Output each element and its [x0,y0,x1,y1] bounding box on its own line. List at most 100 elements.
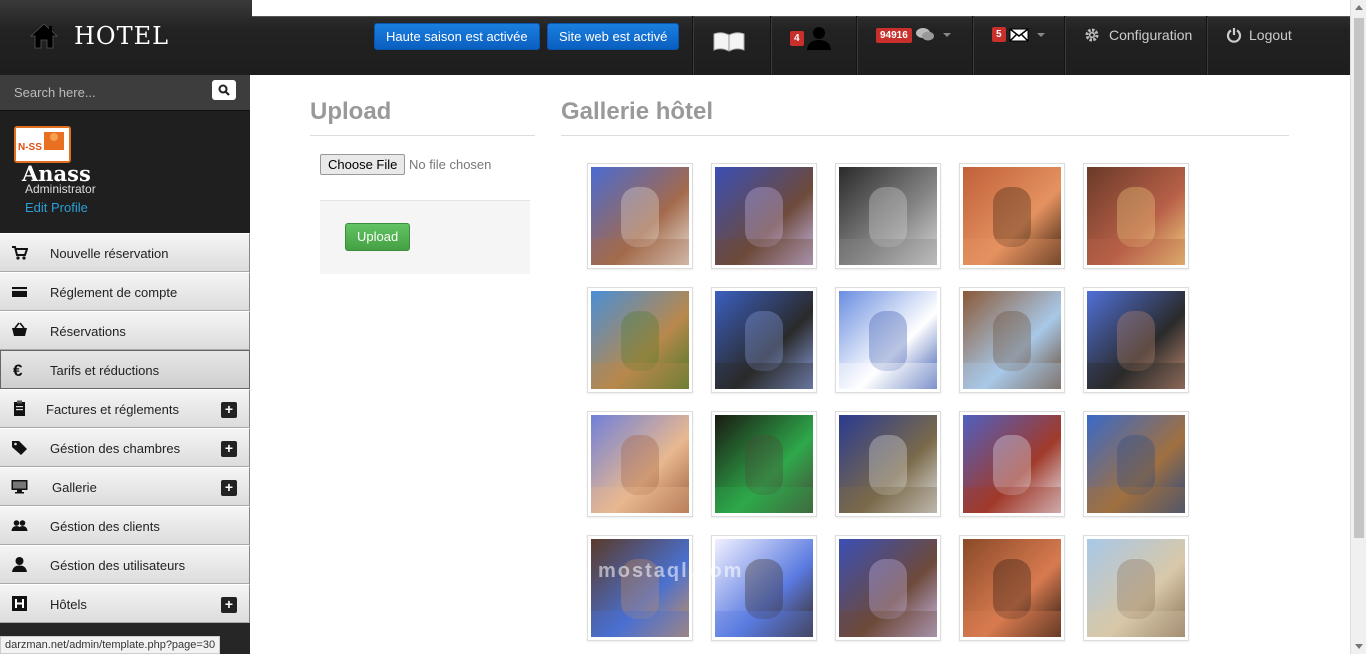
brand-title: HOTEL [74,22,170,50]
search-input[interactable] [6,79,206,105]
expand-plus-icon[interactable]: + [221,597,237,613]
sidebar-item-label: Géstion des utilisateurs [50,558,186,573]
gallery-image [839,415,937,513]
gallery-thumbnail[interactable] [835,411,941,517]
browser-status-url: darzman.net/admin/template.php?page=30 [0,636,221,654]
file-status: No file chosen [409,157,492,172]
sidebar-item[interactable]: Géstion des chambres + [0,428,250,467]
sidebar-item-label: Tarifs et réductions [50,363,160,378]
nav-bookings[interactable] [712,30,746,52]
gallery-thumbnail[interactable] [711,163,817,269]
tag-icon [12,441,27,455]
gallery-image [1087,291,1185,389]
scroll-thumb[interactable] [1354,18,1364,538]
upload-title: Upload [310,98,392,125]
gallery-thumbnail[interactable] [1083,535,1189,641]
envelope-icon [1009,27,1029,42]
profile-panel: N-SS Anass Administrator Edit Profile [0,111,250,233]
website-status-button[interactable]: Site web est activé [547,23,680,50]
gallery-image [715,291,813,389]
sidebar-item[interactable]: Géstion des utilisateurs [0,545,250,584]
admin-app: HOTEL Haute saison est activée Site web … [0,0,1366,654]
scroll-up-icon[interactable] [1355,5,1363,10]
gallery-thumbnail[interactable] [587,163,693,269]
nav-messages[interactable]: 94916 [876,27,951,43]
search-button[interactable] [212,80,236,100]
expand-plus-icon[interactable]: + [221,402,237,418]
logout-label: Logout [1249,27,1292,43]
nav-mail[interactable]: 5 [992,27,1045,42]
scroll-down-icon[interactable] [1355,644,1363,649]
gallery-image [839,291,937,389]
clipboard-icon [14,400,25,416]
nav-logout[interactable]: Logout [1226,27,1292,43]
search-icon [218,84,230,96]
svg-text:€: € [13,361,23,378]
high-season-button[interactable]: Haute saison est activée [374,23,540,50]
gallery-thumbnail[interactable] [1083,163,1189,269]
expand-plus-icon[interactable]: + [221,441,237,457]
gallery-thumbnail[interactable] [711,535,817,641]
user-silhouette-icon [806,27,831,50]
gallery-divider [561,135,1289,136]
gallery-image [715,167,813,265]
gallery-thumbnail[interactable] [1083,411,1189,517]
sidebar-item[interactable]: Réglement de compte [0,272,250,311]
sidebar-item[interactable]: Gallerie + [0,467,250,506]
gallery-image [591,415,689,513]
expand-plus-icon[interactable]: + [221,480,237,496]
chevron-down-icon [1036,32,1045,37]
chevron-down-icon [942,33,951,37]
nav-configuration[interactable]: Configuration [1084,27,1192,43]
sidebar-item[interactable]: Géstion des clients [0,506,250,545]
gallery-thumbnail[interactable] [711,287,817,393]
gallery-image [839,539,937,637]
gallery-thumbnail[interactable] [835,163,941,269]
gear-icon [1085,28,1099,42]
sidebar-item[interactable]: Nouvelle réservation [0,233,250,272]
gallery-thumbnail[interactable] [959,287,1065,393]
user-icon [12,557,27,572]
brand[interactable]: HOTEL [30,22,169,50]
sidebar-item[interactable]: € Tarifs et réductions [0,350,250,389]
gallery-image [1087,539,1185,637]
gallery-thumbnail[interactable] [587,535,693,641]
nav-users[interactable]: 4 [790,26,832,50]
page-scrollbar[interactable] [1350,0,1366,654]
edit-profile-link[interactable]: Edit Profile [25,200,88,215]
gallery-thumbnail[interactable] [959,535,1065,641]
gallery-thumbnail[interactable] [835,535,941,641]
gallery-image [591,291,689,389]
monitor-icon [11,480,28,494]
gallery-thumbnail[interactable] [835,287,941,393]
upload-button[interactable]: Upload [345,223,411,251]
sidebar-item-label: Géstion des chambres [50,441,181,456]
upload-divider [310,135,535,136]
gallery-image [1087,167,1185,265]
gallery-image [963,539,1061,637]
gallery-thumbnail[interactable] [959,163,1065,269]
sidebar-item-label: Réglement de compte [50,285,178,300]
gallery-image [715,415,813,513]
cart-icon [12,246,28,260]
open-book-icon [713,32,745,52]
gallery-thumbnail[interactable] [711,411,817,517]
nav-divider [1064,16,1065,75]
choose-file-button[interactable]: Choose File [320,154,406,175]
nav-divider [856,16,857,75]
sidebar-item[interactable]: Factures et réglements + [0,389,250,428]
euro-icon: € [13,361,23,378]
gallery-image [715,539,813,637]
top-navbar: HOTEL Haute saison est activée Site web … [0,0,1350,75]
gallery-thumbnail[interactable] [959,411,1065,517]
sidebar-item[interactable]: Réservations [0,311,250,350]
home-icon [30,23,58,49]
credit-card-icon [12,287,27,297]
gallery-image [591,539,689,637]
gallery-image [839,167,937,265]
sidebar-item-label: Réservations [50,324,126,339]
sidebar-item[interactable]: Hôtels + [0,584,250,623]
gallery-thumbnail[interactable] [587,287,693,393]
gallery-thumbnail[interactable] [587,411,693,517]
gallery-thumbnail[interactable] [1083,287,1189,393]
